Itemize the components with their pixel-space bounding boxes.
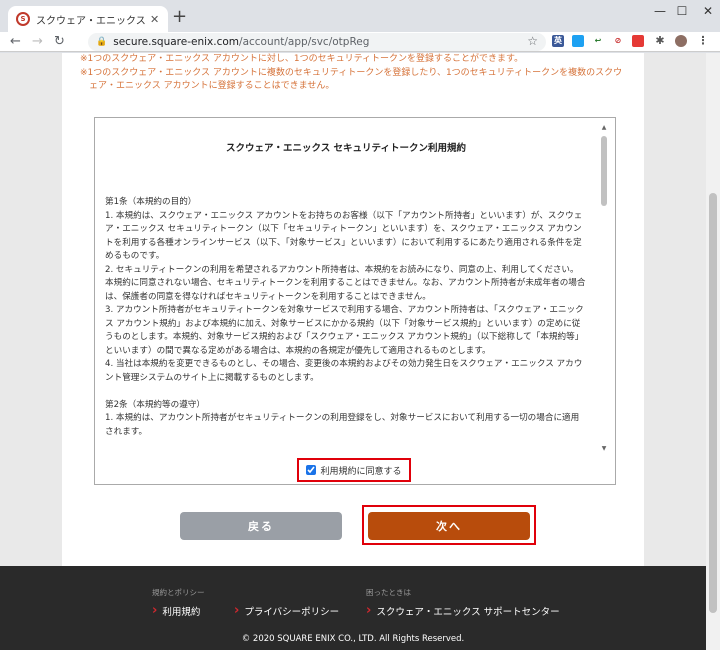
chevron-right-icon: › bbox=[152, 603, 158, 618]
puzzle-extensions-icon[interactable]: ✱ bbox=[654, 35, 666, 47]
url-text: secure.square-enix.com/account/app/svc/o… bbox=[113, 36, 369, 48]
note-line: ※1つのスクウェア・エニックス アカウントに複数のセキュリティトークンを登録した… bbox=[80, 67, 623, 92]
footer-link-label: スクウェア・エニックス サポートセンター bbox=[376, 607, 560, 618]
footer-link-label: プライバシーポリシー bbox=[244, 607, 340, 618]
footer-link-support[interactable]: › スクウェア・エニックス サポートセンター bbox=[366, 604, 560, 618]
paragraph: 4. 当社は本規約を変更できるものとし、その場合、変更後の本規約およびその効力発… bbox=[105, 359, 583, 383]
agree-checkbox[interactable] bbox=[306, 465, 317, 475]
tab-close-icon[interactable]: ✕ bbox=[150, 13, 159, 26]
policy-heading: 規約とポリシー bbox=[152, 588, 205, 597]
url-path: /account/app/svc/otpReg bbox=[239, 36, 370, 48]
close-window-button[interactable]: ✕ bbox=[688, 2, 720, 20]
tab-title: スクウェア・エニックス アカウント管理： bbox=[36, 15, 146, 27]
terms-scrollbar-thumb[interactable] bbox=[601, 136, 607, 206]
profile-avatar[interactable] bbox=[675, 35, 687, 47]
site-favicon-icon: S bbox=[16, 12, 30, 26]
forward-arrow-icon[interactable]: → bbox=[32, 33, 43, 51]
section-heading: 第1条（本規約の目的） bbox=[105, 197, 197, 207]
chevron-right-icon: › bbox=[366, 603, 372, 618]
registration-notes: ※1つのスクウェア・エニックス アカウントに対し、1つのセキュリティトークンを登… bbox=[80, 53, 628, 94]
paragraph: 1. 本規約は、アカウント所持者がセキュリティトークンの利用登録をし、対象サービ… bbox=[105, 413, 580, 437]
bird-extension-icon[interactable] bbox=[572, 35, 584, 47]
terms-body: 第1条（本規約の目的） 1. 本規約は、スクウェア・エニックス アカウントをお持… bbox=[105, 196, 587, 439]
scroll-down-arrow-icon[interactable]: ▼ bbox=[599, 445, 609, 452]
back-arrow-icon[interactable]: ← bbox=[10, 33, 21, 51]
paragraph: 3. アカウント所持者がセキュリティトークンを対象サービスで利用する場合、アカウ… bbox=[105, 305, 584, 356]
content-panel: ※1つのスクウェア・エニックス アカウントに対し、1つのセキュリティトークンを登… bbox=[62, 53, 644, 566]
scroll-up-arrow-icon[interactable]: ▲ bbox=[599, 124, 609, 131]
block-extension-icon[interactable]: ⊘ bbox=[612, 35, 624, 47]
arrow-extension-icon[interactable]: ↩ bbox=[592, 35, 604, 47]
browser-tab-bar: S スクウェア・エニックス アカウント管理： ✕ + — ☐ ✕ bbox=[0, 0, 720, 32]
browser-tab[interactable]: S スクウェア・エニックス アカウント管理： ✕ bbox=[8, 6, 168, 32]
footer-link-privacy[interactable]: › プライバシーポリシー bbox=[234, 604, 339, 618]
reload-icon[interactable]: ↻ bbox=[54, 33, 65, 51]
terms-scrollbar[interactable]: ▲ ▼ bbox=[599, 124, 609, 452]
site-footer: 規約とポリシー 困ったときは › 利用規約 › プライバシーポリシー › スクウ… bbox=[0, 566, 706, 650]
bookmark-star-icon[interactable]: ☆ bbox=[527, 34, 538, 48]
address-bar[interactable]: 🔒 secure.square-enix.com/account/app/svc… bbox=[88, 33, 546, 51]
next-button[interactable]: 次へ bbox=[368, 512, 530, 540]
footer-link-terms[interactable]: › 利用規約 bbox=[152, 604, 200, 618]
terms-section: 第2条（本規約等の遵守） 1. 本規約は、アカウント所持者がセキュリティトークン… bbox=[105, 399, 587, 440]
terms-scroll-area[interactable]: スクウェア・エニックス セキュリティトークン利用規約 第1条（本規約の目的） 1… bbox=[95, 118, 597, 454]
agree-checkbox-highlight[interactable]: 利用規約に同意する bbox=[297, 458, 411, 482]
terms-section: 第1条（本規約の目的） 1. 本規約は、スクウェア・エニックス アカウントをお持… bbox=[105, 196, 587, 385]
menu-kebab-icon[interactable]: ⋮ bbox=[697, 35, 709, 47]
back-button[interactable]: 戻る bbox=[180, 512, 342, 540]
note-line: ※1つのスクウェア・エニックス アカウントに対し、1つのセキュリティトークンを登… bbox=[80, 54, 524, 64]
url-host: secure.square-enix.com bbox=[113, 36, 240, 48]
lock-icon: 🔒 bbox=[96, 37, 108, 47]
copyright-text: © 2020 SQUARE ENIX CO., LTD. All Rights … bbox=[241, 634, 465, 644]
page-scrollbar[interactable] bbox=[706, 53, 720, 650]
terms-title: スクウェア・エニックス セキュリティトークン利用規約 bbox=[226, 143, 466, 154]
translate-extension-icon[interactable]: 英 bbox=[552, 35, 564, 47]
terms-of-use-box[interactable]: スクウェア・エニックス セキュリティトークン利用規約 第1条（本規約の目的） 1… bbox=[94, 117, 616, 485]
colorful-extension-icon[interactable] bbox=[632, 35, 644, 47]
help-heading: 困ったときは bbox=[366, 588, 411, 597]
footer-link-label: 利用規約 bbox=[162, 607, 201, 618]
paragraph: 1. 本規約は、スクウェア・エニックス アカウントをお持ちのお客様（以下「アカウ… bbox=[105, 210, 583, 262]
agree-label: 利用規約に同意する bbox=[320, 466, 402, 477]
page-viewport: ※1つのスクウェア・エニックス アカウントに対し、1つのセキュリティトークンを登… bbox=[0, 53, 706, 650]
paragraph: 2. セキュリティトークンの利用を希望されるアカウント所持者は、本規約をお読みに… bbox=[105, 264, 586, 302]
page-scrollbar-thumb[interactable] bbox=[709, 193, 717, 613]
section-heading: 第2条（本規約等の遵守） bbox=[105, 399, 205, 410]
new-tab-button[interactable]: + bbox=[172, 8, 187, 26]
browser-toolbar: ← → ↻ 🔒 secure.square-enix.com/account/a… bbox=[0, 32, 720, 52]
chevron-right-icon: › bbox=[234, 603, 240, 618]
